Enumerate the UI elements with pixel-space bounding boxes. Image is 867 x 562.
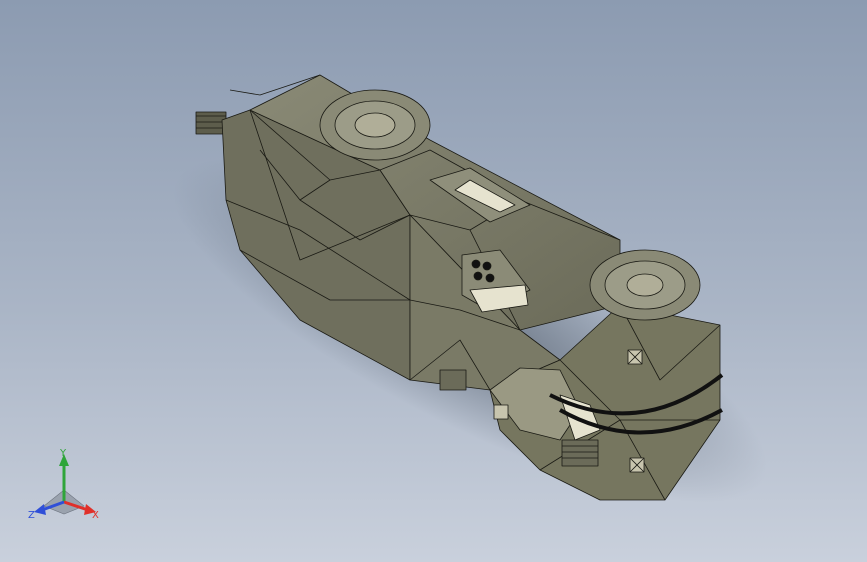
vehicle-model[interactable] bbox=[195, 74, 724, 501]
model-viewport[interactable] bbox=[0, 0, 867, 562]
triad-y-label: Y bbox=[59, 448, 67, 459]
triad-z-arrow bbox=[34, 504, 46, 515]
front-wheel bbox=[589, 249, 701, 321]
triad-x-label: X bbox=[92, 510, 99, 521]
rear-wheel bbox=[319, 89, 431, 161]
rear-gun bbox=[195, 111, 227, 135]
triad-z-label: Z bbox=[28, 510, 35, 521]
front-grille bbox=[561, 439, 599, 467]
coordinate-triad: Y X Z bbox=[28, 448, 99, 521]
